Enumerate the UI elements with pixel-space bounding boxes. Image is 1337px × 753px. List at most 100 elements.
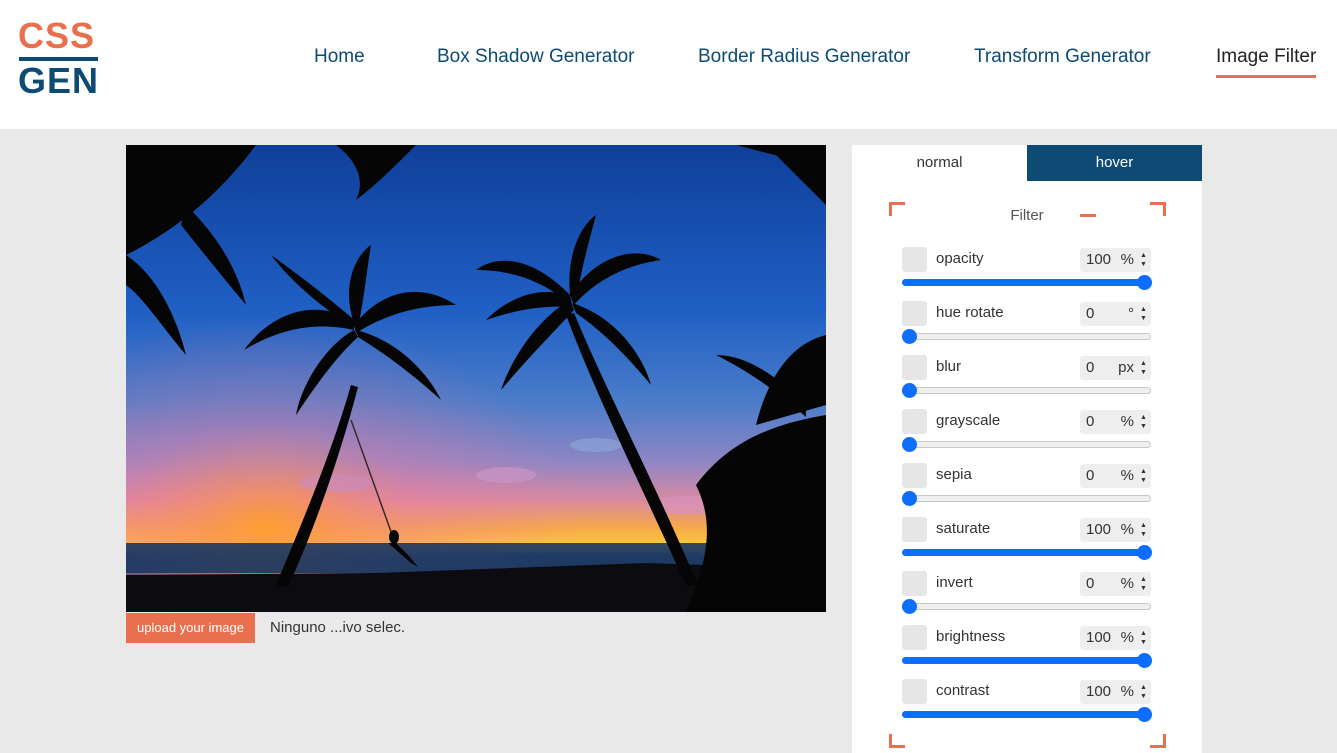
nav-image-filter-label: Image Filter xyxy=(1216,46,1317,67)
saturate-label: saturate xyxy=(936,520,991,537)
hue-rotate-number-input[interactable]: 0 ° ▲ ▼ xyxy=(1080,302,1151,326)
hue-rotate-slider-thumb[interactable] xyxy=(902,329,917,344)
brightness-checkbox[interactable] xyxy=(902,625,927,650)
saturate-unit: % xyxy=(1120,521,1134,538)
blur-label: blur xyxy=(936,358,962,375)
invert-unit: % xyxy=(1120,575,1134,592)
hue-rotate-label: hue rotate xyxy=(936,304,1004,321)
sepia-checkbox[interactable] xyxy=(902,463,927,488)
invert-value: 0 xyxy=(1086,575,1095,592)
invert-label: invert xyxy=(936,574,973,591)
grayscale-label: grayscale xyxy=(936,412,1001,429)
nav-home[interactable]: Home xyxy=(314,46,365,68)
brightness-slider-thumb[interactable] xyxy=(1137,653,1152,668)
hue-rotate-checkbox[interactable] xyxy=(902,301,927,326)
hue-rotate-value: 0 xyxy=(1086,305,1095,322)
opacity-value: 100 xyxy=(1086,251,1112,268)
spinner-arrows-icon[interactable]: ▲ ▼ xyxy=(1139,521,1148,539)
blur-value: 0 xyxy=(1086,359,1095,376)
spinner-arrows-icon[interactable]: ▲ ▼ xyxy=(1139,629,1148,647)
file-status-text: Ninguno ...ivo selec. xyxy=(270,619,406,636)
sepia-value: 0 xyxy=(1086,467,1095,484)
contrast-slider-thumb[interactable] xyxy=(1137,707,1152,722)
opacity-number-input[interactable]: 100% ▲ ▼ xyxy=(1080,248,1151,272)
active-nav-underline xyxy=(1216,75,1317,78)
upload-image-button[interactable]: upload your image xyxy=(126,613,255,643)
blur-unit: px xyxy=(1118,359,1134,376)
corner-bottom-right xyxy=(1150,734,1166,748)
contrast-slider[interactable] xyxy=(902,707,1152,722)
grayscale-value: 0 xyxy=(1086,413,1095,430)
opacity-checkbox[interactable] xyxy=(902,247,927,272)
filter-row-hue-rotate: hue rotate 0 ° ▲ ▼ xyxy=(902,301,1152,355)
spinner-arrows-icon[interactable]: ▲ ▼ xyxy=(1139,251,1148,269)
hue-rotate-unit: ° xyxy=(1128,305,1134,322)
saturate-slider[interactable] xyxy=(902,545,1152,560)
contrast-value: 100 xyxy=(1086,683,1112,700)
contrast-checkbox[interactable] xyxy=(902,679,927,704)
invert-number-input[interactable]: 0% ▲ ▼ xyxy=(1080,572,1151,596)
opacity-unit: % xyxy=(1120,251,1134,268)
invert-slider-thumb[interactable] xyxy=(902,599,917,614)
filter-row-contrast: contrast 100% ▲ ▼ xyxy=(902,679,1152,733)
grayscale-slider[interactable] xyxy=(902,437,1151,452)
brightness-number-input[interactable]: 100% ▲ ▼ xyxy=(1080,626,1151,650)
filter-panel: normal hover Filter opacity 100% ▲ ▼ hue rot… xyxy=(852,145,1202,753)
logo-top-text: CSS xyxy=(18,15,96,56)
saturate-slider-thumb[interactable] xyxy=(1137,545,1152,560)
grayscale-checkbox[interactable] xyxy=(902,409,927,434)
opacity-label: opacity xyxy=(936,250,984,267)
filter-row-opacity: opacity 100% ▲ ▼ xyxy=(902,247,1152,301)
contrast-number-input[interactable]: 100% ▲ ▼ xyxy=(1080,680,1151,704)
sepia-slider-thumb[interactable] xyxy=(902,491,917,506)
blur-number-input[interactable]: 0 px ▲ ▼ xyxy=(1080,356,1151,380)
tab-hover[interactable]: hover xyxy=(1027,145,1202,181)
spinner-arrows-icon[interactable]: ▲ ▼ xyxy=(1139,305,1148,323)
sepia-unit: % xyxy=(1120,467,1134,484)
saturate-slider-fill xyxy=(902,549,1151,556)
grayscale-number-input[interactable]: 0% ▲ ▼ xyxy=(1080,410,1151,434)
logo[interactable]: CSS GEN xyxy=(18,15,100,99)
saturate-value: 100 xyxy=(1086,521,1112,538)
grayscale-unit: % xyxy=(1120,413,1134,430)
spinner-arrows-icon[interactable]: ▲ ▼ xyxy=(1139,359,1148,377)
filter-row-blur: blur 0 px ▲ ▼ xyxy=(902,355,1152,409)
contrast-label: contrast xyxy=(936,682,990,699)
sepia-number-input[interactable]: 0% ▲ ▼ xyxy=(1080,464,1151,488)
brightness-value: 100 xyxy=(1086,629,1112,646)
collapse-icon[interactable] xyxy=(1080,214,1096,217)
nav-border-radius-generator[interactable]: Border Radius Generator xyxy=(698,46,910,68)
sepia-slider[interactable] xyxy=(902,491,1151,506)
hue-rotate-slider[interactable] xyxy=(902,329,1151,344)
contrast-slider-fill xyxy=(902,711,1151,718)
grayscale-slider-thumb[interactable] xyxy=(902,437,917,452)
brightness-label: brightness xyxy=(936,628,1006,645)
spinner-arrows-icon[interactable]: ▲ ▼ xyxy=(1139,683,1148,701)
nav-transform-generator[interactable]: Transform Generator xyxy=(974,46,1151,68)
invert-checkbox[interactable] xyxy=(902,571,927,596)
filter-row-grayscale: grayscale 0% ▲ ▼ xyxy=(902,409,1152,463)
spinner-arrows-icon[interactable]: ▲ ▼ xyxy=(1139,467,1148,485)
invert-slider[interactable] xyxy=(902,599,1151,614)
nav-box-shadow-generator[interactable]: Box Shadow Generator xyxy=(437,46,635,68)
spinner-arrows-icon[interactable]: ▲ ▼ xyxy=(1139,575,1148,593)
saturate-checkbox[interactable] xyxy=(902,517,927,542)
saturate-number-input[interactable]: 100% ▲ ▼ xyxy=(1080,518,1151,542)
blur-slider-thumb[interactable] xyxy=(902,383,917,398)
opacity-slider-thumb[interactable] xyxy=(1137,275,1152,290)
filter-row-saturate: saturate 100% ▲ ▼ xyxy=(902,517,1152,571)
filter-row-sepia: sepia 0% ▲ ▼ xyxy=(902,463,1152,517)
filter-section-title: Filter xyxy=(1010,207,1044,224)
tab-normal[interactable]: normal xyxy=(852,145,1027,181)
nav-image-filter[interactable]: Image Filter xyxy=(1216,46,1317,78)
sepia-label: sepia xyxy=(936,466,972,483)
filter-row-invert: invert 0% ▲ ▼ xyxy=(902,571,1152,625)
brightness-unit: % xyxy=(1120,629,1134,646)
opacity-slider-fill xyxy=(902,279,1151,286)
blur-slider[interactable] xyxy=(902,383,1151,398)
spinner-arrows-icon[interactable]: ▲ ▼ xyxy=(1139,413,1148,431)
brightness-slider-fill xyxy=(902,657,1151,664)
opacity-slider[interactable] xyxy=(902,275,1152,290)
brightness-slider[interactable] xyxy=(902,653,1152,668)
blur-checkbox[interactable] xyxy=(902,355,927,380)
